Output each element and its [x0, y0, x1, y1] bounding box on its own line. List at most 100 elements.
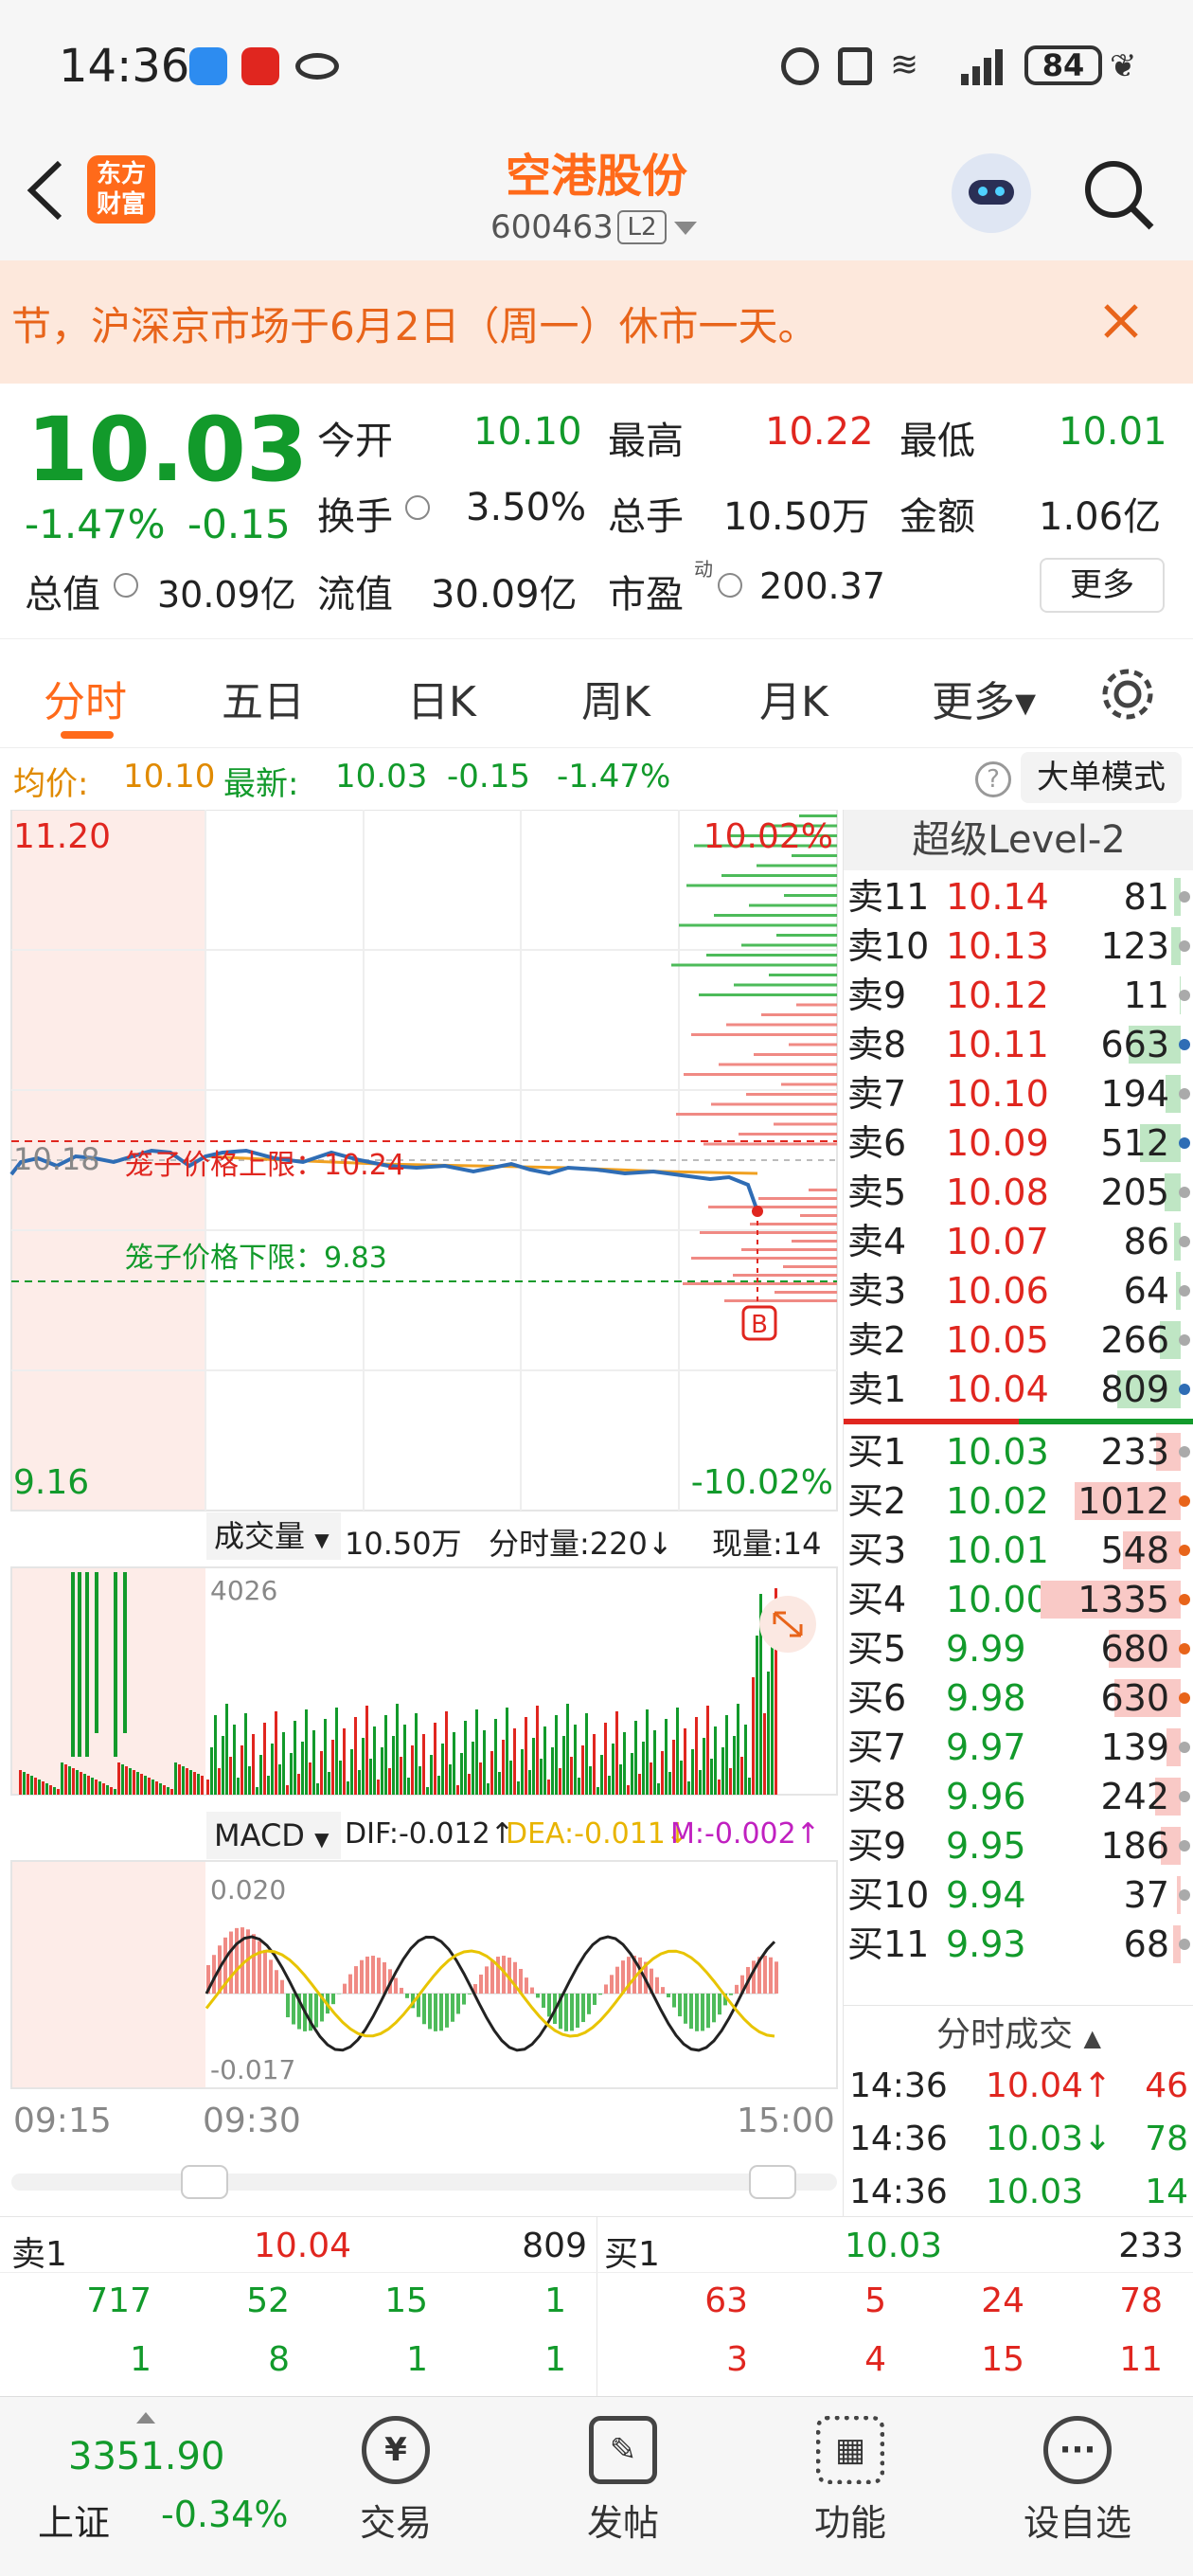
volume-bar: [460, 1753, 463, 1795]
ask-row-3[interactable]: 卖9 10.12 11: [844, 971, 1193, 1020]
settings-gear-icon[interactable]: [1098, 665, 1157, 724]
nav-functions[interactable]: ▦ 功能: [765, 2416, 935, 2546]
volume-bar: [267, 1776, 270, 1795]
order-queue-table: 卖1 10.04 809 买1 10.03 233 717 52 15 1 1 8 1 1 63…: [0, 2216, 1193, 2397]
bid-price: 9.99: [946, 1628, 1026, 1670]
search-icon[interactable]: [1081, 157, 1157, 233]
depth-bar: [703, 1142, 837, 1146]
volume-bar: [483, 1730, 486, 1795]
volume-bar: [167, 1787, 169, 1795]
nav-add-watchlist[interactable]: ··· 设自选: [992, 2416, 1163, 2546]
bid-row-11[interactable]: 买11 9.93 68: [844, 1920, 1193, 1969]
ask-row-2[interactable]: 卖10 10.13 123: [844, 921, 1193, 971]
open-value: 10.10: [473, 410, 582, 454]
volume-bar: [426, 1787, 429, 1795]
depth-bar: [734, 983, 837, 987]
volume-bar: [377, 1780, 380, 1795]
index-ticker[interactable]: 3351.90 上证 -0.34%: [19, 2412, 303, 2554]
volume-bar: [392, 1736, 395, 1795]
info-icon[interactable]: [405, 495, 430, 520]
bid-row-2[interactable]: 买2 10.02 1012: [844, 1476, 1193, 1526]
queue-ask-volume: 809: [522, 2227, 587, 2265]
bid-row-1[interactable]: 买1 10.03 233: [844, 1427, 1193, 1476]
intraday-chart-svg[interactable]: B: [0, 810, 843, 2216]
ask-row-9[interactable]: 卖3 10.06 64: [844, 1266, 1193, 1315]
volume-bar: [687, 1781, 690, 1795]
macd-bar: [445, 1994, 449, 2028]
volume-bar: [596, 1787, 599, 1795]
ask-level-label: 卖5: [847, 1172, 907, 1213]
bid-row-10[interactable]: 买10 9.94 37: [844, 1870, 1193, 1920]
bid-row-6[interactable]: 买6 9.98 630: [844, 1673, 1193, 1723]
ask-row-8[interactable]: 卖4 10.07 86: [844, 1217, 1193, 1266]
bid-row-7[interactable]: 买7 9.97 139: [844, 1723, 1193, 1772]
tab-daily-k[interactable]: 日K: [407, 668, 476, 728]
ask-row-1[interactable]: 卖11 10.14 81: [844, 872, 1193, 921]
intraday-chart-area[interactable]: B 11.20 9.16 10.02% -10.02% 10.18 笼子价格上限…: [0, 810, 843, 2216]
time-scrollbar[interactable]: [11, 2174, 837, 2191]
macd-bar: [775, 1961, 778, 1994]
volume-bar: [38, 1780, 41, 1795]
volume-bar: [95, 1780, 98, 1795]
bid-volume: 548: [1100, 1530, 1169, 1571]
info-icon[interactable]: [114, 573, 138, 598]
tab-weekly-k[interactable]: 周K: [581, 668, 650, 728]
vibrate-icon: [838, 47, 872, 85]
scroll-handle-right[interactable]: [749, 2165, 796, 2199]
bid-level-label: 买3: [847, 1530, 907, 1571]
ask-row-7[interactable]: 卖5 10.08 205: [844, 1168, 1193, 1217]
bid-row-4[interactable]: 买4 10.00 1335: [844, 1575, 1193, 1624]
macd-indicator-select[interactable]: MACD ▼: [206, 1812, 341, 1859]
nav-trade[interactable]: ¥ 交易: [311, 2416, 481, 2546]
bid-row-5[interactable]: 买5 9.99 680: [844, 1624, 1193, 1673]
tab-five-day[interactable]: 五日: [222, 668, 305, 728]
tab-intraday[interactable]: 分时: [44, 668, 127, 728]
ask-price: 10.12: [946, 975, 1049, 1016]
scroll-handle-left[interactable]: [181, 2165, 228, 2199]
market-notice-banner[interactable]: 节，沪深京市场于6月2日（周一）休市一天。: [0, 260, 1193, 384]
nav-post[interactable]: ✎ 发帖: [538, 2416, 708, 2546]
code-dropdown-icon[interactable]: [674, 222, 697, 235]
macd-bar: [263, 1949, 267, 1994]
trades-title[interactable]: 分时成交 ▲: [844, 2007, 1193, 2056]
info-icon[interactable]: [718, 573, 742, 598]
bid-dot-icon: [1179, 1939, 1190, 1950]
news-app-icon: [241, 47, 279, 85]
high-value: 10.22: [765, 410, 874, 454]
tab-monthly-k[interactable]: 月K: [759, 668, 828, 728]
help-icon[interactable]: ?: [975, 761, 1011, 797]
volume-bar: [415, 1713, 418, 1795]
volume-bar: [509, 1761, 512, 1795]
volume-bar: [34, 1778, 37, 1795]
ask-row-11[interactable]: 卖1 10.04 809: [844, 1365, 1193, 1414]
big-order-mode-button[interactable]: 大单模式: [1021, 752, 1182, 803]
close-icon[interactable]: [1102, 302, 1140, 340]
volume-bar: [604, 1723, 607, 1795]
volume-indicator-select[interactable]: 成交量 ▼: [206, 1512, 341, 1560]
ask-row-5[interactable]: 卖7 10.10 194: [844, 1069, 1193, 1118]
volume-bar: [259, 1755, 262, 1795]
bid-row-8[interactable]: 买8 9.96 242: [844, 1772, 1193, 1821]
bid-volume: 186: [1100, 1825, 1169, 1867]
ask-row-10[interactable]: 卖2 10.05 266: [844, 1315, 1193, 1365]
volume-bar: [136, 1772, 139, 1795]
ask-row-6[interactable]: 卖6 10.09 512: [844, 1118, 1193, 1168]
tab-more[interactable]: 更多▾: [932, 668, 1036, 728]
bid-level-label: 买6: [847, 1677, 907, 1719]
more-button[interactable]: 更多: [1040, 558, 1165, 613]
ask-price: 10.11: [946, 1024, 1049, 1065]
volume-bar: [756, 1636, 758, 1795]
volume-bar: [64, 1764, 67, 1795]
robot-assistant-avatar[interactable]: [952, 153, 1031, 233]
bid-row-3[interactable]: 买3 10.01 548: [844, 1526, 1193, 1575]
stock-code[interactable]: 600463: [490, 208, 614, 246]
volume-total: 10.50万: [345, 1526, 462, 1562]
ask-row-4[interactable]: 卖8 10.11 663: [844, 1020, 1193, 1069]
volume-bar: [114, 1789, 116, 1795]
depth-bar: [733, 1274, 837, 1277]
depth-bar: [741, 943, 837, 947]
volume-bar: [733, 1736, 736, 1795]
macd-bar: [428, 1994, 432, 2030]
volume-bar: [373, 1726, 376, 1795]
bid-row-9[interactable]: 买9 9.95 186: [844, 1821, 1193, 1870]
